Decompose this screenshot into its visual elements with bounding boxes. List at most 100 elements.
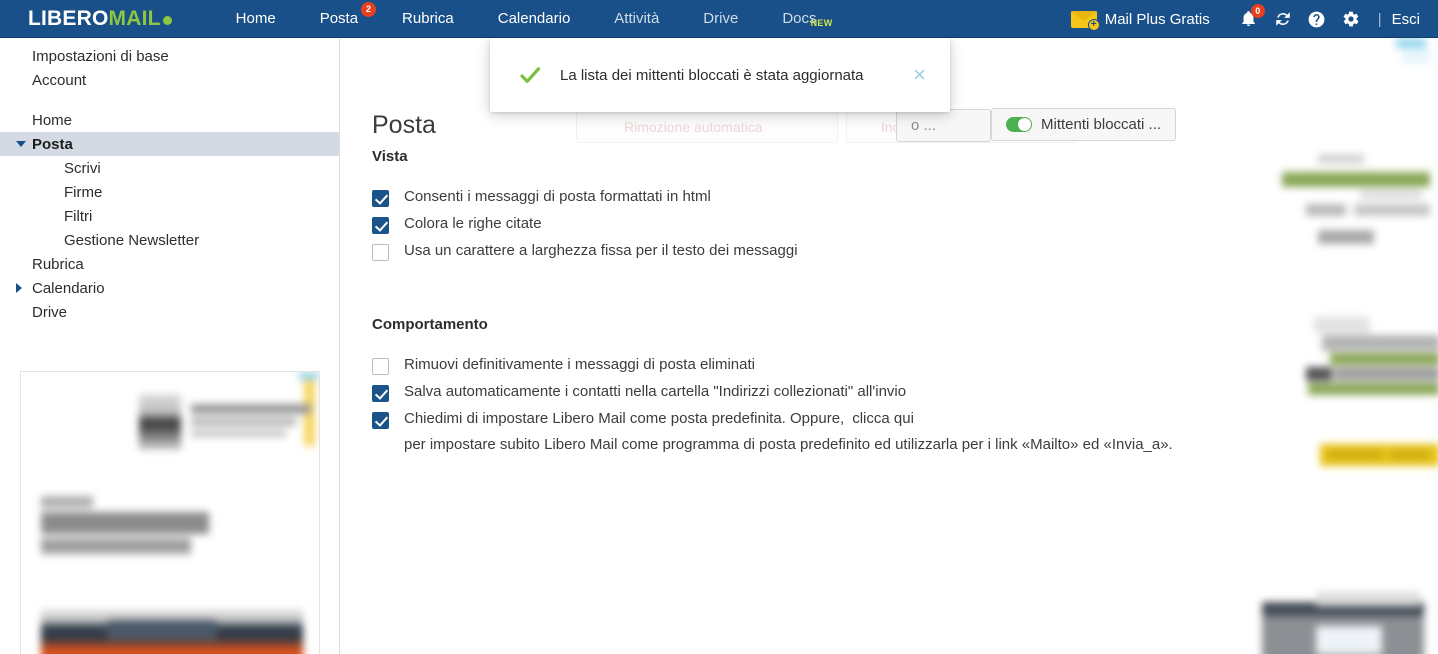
toggle-switch[interactable] <box>1006 117 1032 132</box>
option-label: Salva automaticamente i contatti nella c… <box>404 383 907 400</box>
posta-unread-badge: 2 <box>361 1 377 17</box>
nav-item-home[interactable]: Home <box>214 0 298 38</box>
right-advertisement-3[interactable] <box>1270 438 1438 488</box>
docs-new-badge: NEW <box>810 17 833 28</box>
sidebar-item-label: Calendario <box>32 279 105 297</box>
checkbox-permanent-delete[interactable] <box>372 358 389 375</box>
main-content: Posta Rimozione automatica Inoltro autom… <box>341 38 1438 654</box>
notifications-bell-button[interactable]: 0 <box>1232 0 1266 38</box>
help-circle-icon <box>1308 11 1325 27</box>
sidebar-item-label: Firme <box>64 183 103 201</box>
sidebar-item-scrivi[interactable]: Scrivi <box>0 156 339 180</box>
nav-item-posta[interactable]: Posta 2 <box>298 0 380 38</box>
sidebar-item-label: Rubrica <box>32 255 84 273</box>
dot-icon <box>162 16 172 25</box>
right-advertisement-2[interactable] <box>1270 313 1438 403</box>
tab-mittenti-bloccati[interactable]: Mittenti bloccati ... <box>991 108 1177 141</box>
sidebar-item-label: Home <box>32 111 73 129</box>
option-row-autosave-contacts[interactable]: Salva automaticamente i contatti nella c… <box>372 383 906 402</box>
sidebar-item-drive[interactable]: Drive <box>0 300 339 324</box>
tab-mittenti-bloccati-label: Mittenti bloccati ... <box>1041 116 1162 133</box>
ad-logo-text <box>191 418 296 426</box>
envelope-plus-icon: + <box>1070 10 1100 31</box>
right-advertisement-1[interactable] <box>1270 148 1438 268</box>
sidebar-item-home[interactable]: Home <box>0 108 339 132</box>
ad-headline-line <box>41 512 209 534</box>
clicca-qui-link[interactable]: clicca qui <box>844 410 914 427</box>
sidebar-item-label: Posta <box>32 135 73 153</box>
option-row-permanent-delete[interactable]: Rimuovi definitivamente i messaggi di po… <box>372 356 755 375</box>
toast-message: La lista dei mittenti bloccati è stata a… <box>560 66 864 84</box>
left-sidebar: Impostazioni di base Account Home Posta … <box>0 38 340 654</box>
top-header: LIBEROMAIL Home Posta 2 Rubrica Calendar… <box>0 0 1438 38</box>
sidebar-advertisement[interactable] <box>20 371 320 654</box>
option-row-color-quoted[interactable]: Colora le righe citate <box>372 215 542 234</box>
sidebar-item-label: Account <box>32 71 87 89</box>
partial-tab-button[interactable]: o ... <box>896 109 991 142</box>
obscured-button-label: Rimozione automatica <box>624 119 763 135</box>
checkbox-default-mail-client[interactable] <box>372 412 389 429</box>
sidebar-item-label: Filtri <box>64 207 93 225</box>
refresh-button[interactable] <box>1266 0 1300 38</box>
nav-label: Rubrica <box>402 9 454 27</box>
option-row-default-mail-client[interactable]: Chiedimi di impostare Libero Mail come p… <box>372 410 1173 454</box>
option-label: Usa un carattere a larghezza fissa per i… <box>404 242 798 259</box>
right-advertisement-4[interactable] <box>1260 568 1438 654</box>
header-separator: | <box>1377 10 1382 28</box>
chevron-right-icon[interactable] <box>16 283 22 293</box>
sidebar-item-label: Drive <box>32 303 68 321</box>
sidebar-item-impostazioni-di-base[interactable]: Impostazioni di base <box>0 44 339 68</box>
gear-icon <box>1343 11 1359 27</box>
nav-item-drive[interactable]: Drive <box>681 0 760 38</box>
brand-part2: MAIL <box>108 7 161 30</box>
partial-tab-label: o ... <box>911 117 937 134</box>
sidebar-item-filtri[interactable]: Filtri <box>0 204 339 228</box>
nav-label: Attività <box>614 9 660 27</box>
nav-label: Home <box>235 9 276 27</box>
sidebar-item-label: Scrivi <box>64 159 101 177</box>
help-button[interactable] <box>1300 0 1334 38</box>
sidebar-item-account[interactable]: Account <box>0 68 339 92</box>
section-title-comportamento: Comportamento <box>372 316 488 333</box>
logout-button[interactable]: Esci <box>1392 11 1424 28</box>
nav-label: Drive <box>703 9 739 27</box>
ad-accent-strip <box>299 372 319 380</box>
ad-logo-text <box>191 430 286 437</box>
option-label-second-line: per impostare subito Libero Mail come pr… <box>404 436 1173 453</box>
nav-item-attivita[interactable]: Attività <box>592 0 681 38</box>
close-icon[interactable]: × <box>913 64 926 86</box>
libero-mail-logo[interactable]: LIBEROMAIL <box>28 8 172 29</box>
option-label-wrapper: Chiedimi di impostare Libero Mail come p… <box>404 410 1173 454</box>
ad-headline-line <box>41 496 93 508</box>
mail-plus-gratis-button[interactable]: + Mail Plus Gratis <box>1070 10 1210 31</box>
sidebar-item-rubrica[interactable]: Rubrica <box>0 252 339 276</box>
nav-item-rubrica[interactable]: Rubrica <box>380 0 476 38</box>
sidebar-item-calendario[interactable]: Calendario <box>0 276 339 300</box>
checkbox-autosave-contacts[interactable] <box>372 385 389 402</box>
checkbox-html-messages[interactable] <box>372 190 389 207</box>
toggle-knob <box>1018 118 1031 131</box>
refresh-icon <box>1276 12 1290 26</box>
option-label: Colora le righe citate <box>404 215 542 232</box>
nav-item-docs[interactable]: Docs NEW <box>760 0 838 38</box>
section-title-vista: Vista <box>372 148 408 165</box>
sidebar-item-posta[interactable]: Posta <box>0 132 339 156</box>
option-row-html-messages[interactable]: Consenti i messaggi di posta formattati … <box>372 188 711 207</box>
sidebar-item-label: Gestione Newsletter <box>64 231 200 249</box>
checkbox-fixed-width-font[interactable] <box>372 244 389 261</box>
sidebar-item-firme[interactable]: Firme <box>0 180 339 204</box>
option-label: Rimuovi definitivamente i messaggi di po… <box>404 356 755 373</box>
ad-headline-line <box>41 538 191 554</box>
chevron-down-icon[interactable] <box>16 141 26 147</box>
option-row-fixed-width-font[interactable]: Usa un carattere a larghezza fissa per i… <box>372 242 798 261</box>
toast-notification: La lista dei mittenti bloccati è stata a… <box>490 38 950 112</box>
settings-gear-button[interactable] <box>1334 0 1368 38</box>
sidebar-item-gestione-newsletter[interactable]: Gestione Newsletter <box>0 228 339 252</box>
checkbox-color-quoted[interactable] <box>372 217 389 234</box>
nav-item-calendario[interactable]: Calendario <box>476 0 593 38</box>
top-right-advertisement[interactable] <box>1392 38 1438 70</box>
nav-label: Posta <box>319 9 359 27</box>
notifications-count-badge: 0 <box>1250 4 1265 18</box>
sidebar-item-label: Impostazioni di base <box>32 47 169 65</box>
ad-logo-image <box>139 394 181 450</box>
